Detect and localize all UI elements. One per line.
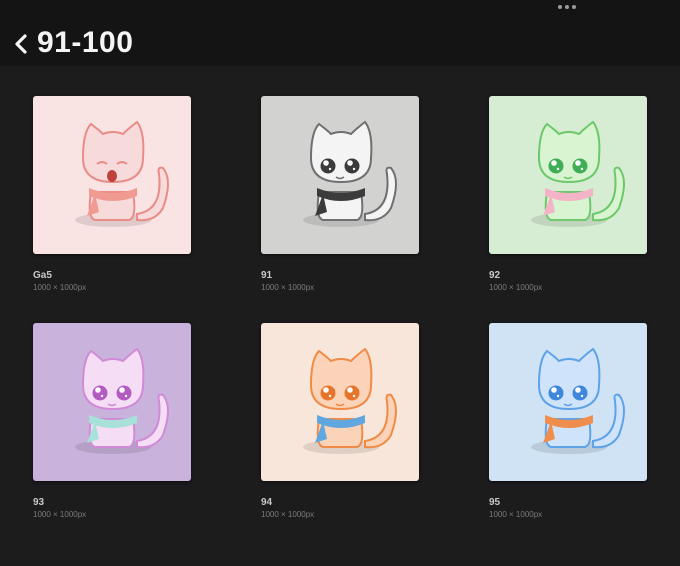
artwork-dimensions: 1000 × 1000px	[489, 510, 543, 519]
chevron-left-icon[interactable]	[10, 28, 34, 58]
artwork-dimensions: 1000 × 1000px	[489, 283, 543, 292]
artwork-dimensions: 1000 × 1000px	[33, 510, 87, 519]
artwork-name: 95	[489, 497, 501, 508]
artwork-thumbnail[interactable]	[489, 323, 647, 481]
artwork-name: 91	[261, 270, 273, 281]
artwork-thumbnail[interactable]	[33, 323, 191, 481]
gallery-item[interactable]: 91 1000 × 1000px	[261, 96, 419, 293]
more-dots-icon[interactable]	[558, 2, 578, 12]
gallery-item[interactable]: 93 1000 × 1000px	[33, 323, 191, 520]
gallery-item[interactable]: 92 1000 × 1000px	[489, 96, 647, 293]
artwork-dimensions: 1000 × 1000px	[261, 283, 315, 292]
artwork-name: Ga5	[33, 270, 52, 281]
artwork-thumbnail[interactable]	[261, 323, 419, 481]
artwork-dimensions: 1000 × 1000px	[33, 283, 87, 292]
artwork-dimensions: 1000 × 1000px	[261, 510, 315, 519]
artwork-thumbnail[interactable]	[489, 96, 647, 254]
page-title: 91-100	[37, 26, 134, 59]
gallery-item[interactable]: 95 1000 × 1000px	[489, 323, 647, 520]
gallery-item[interactable]: 94 1000 × 1000px	[261, 323, 419, 520]
artwork-thumbnail[interactable]	[33, 96, 191, 254]
artwork-name: 93	[33, 497, 45, 508]
artwork-name: 94	[261, 497, 273, 508]
top-bar: 91-100	[0, 0, 680, 66]
artwork-thumbnail[interactable]	[261, 96, 419, 254]
gallery-item[interactable]: Ga5 1000 × 1000px	[33, 96, 191, 293]
artwork-name: 92	[489, 270, 501, 281]
